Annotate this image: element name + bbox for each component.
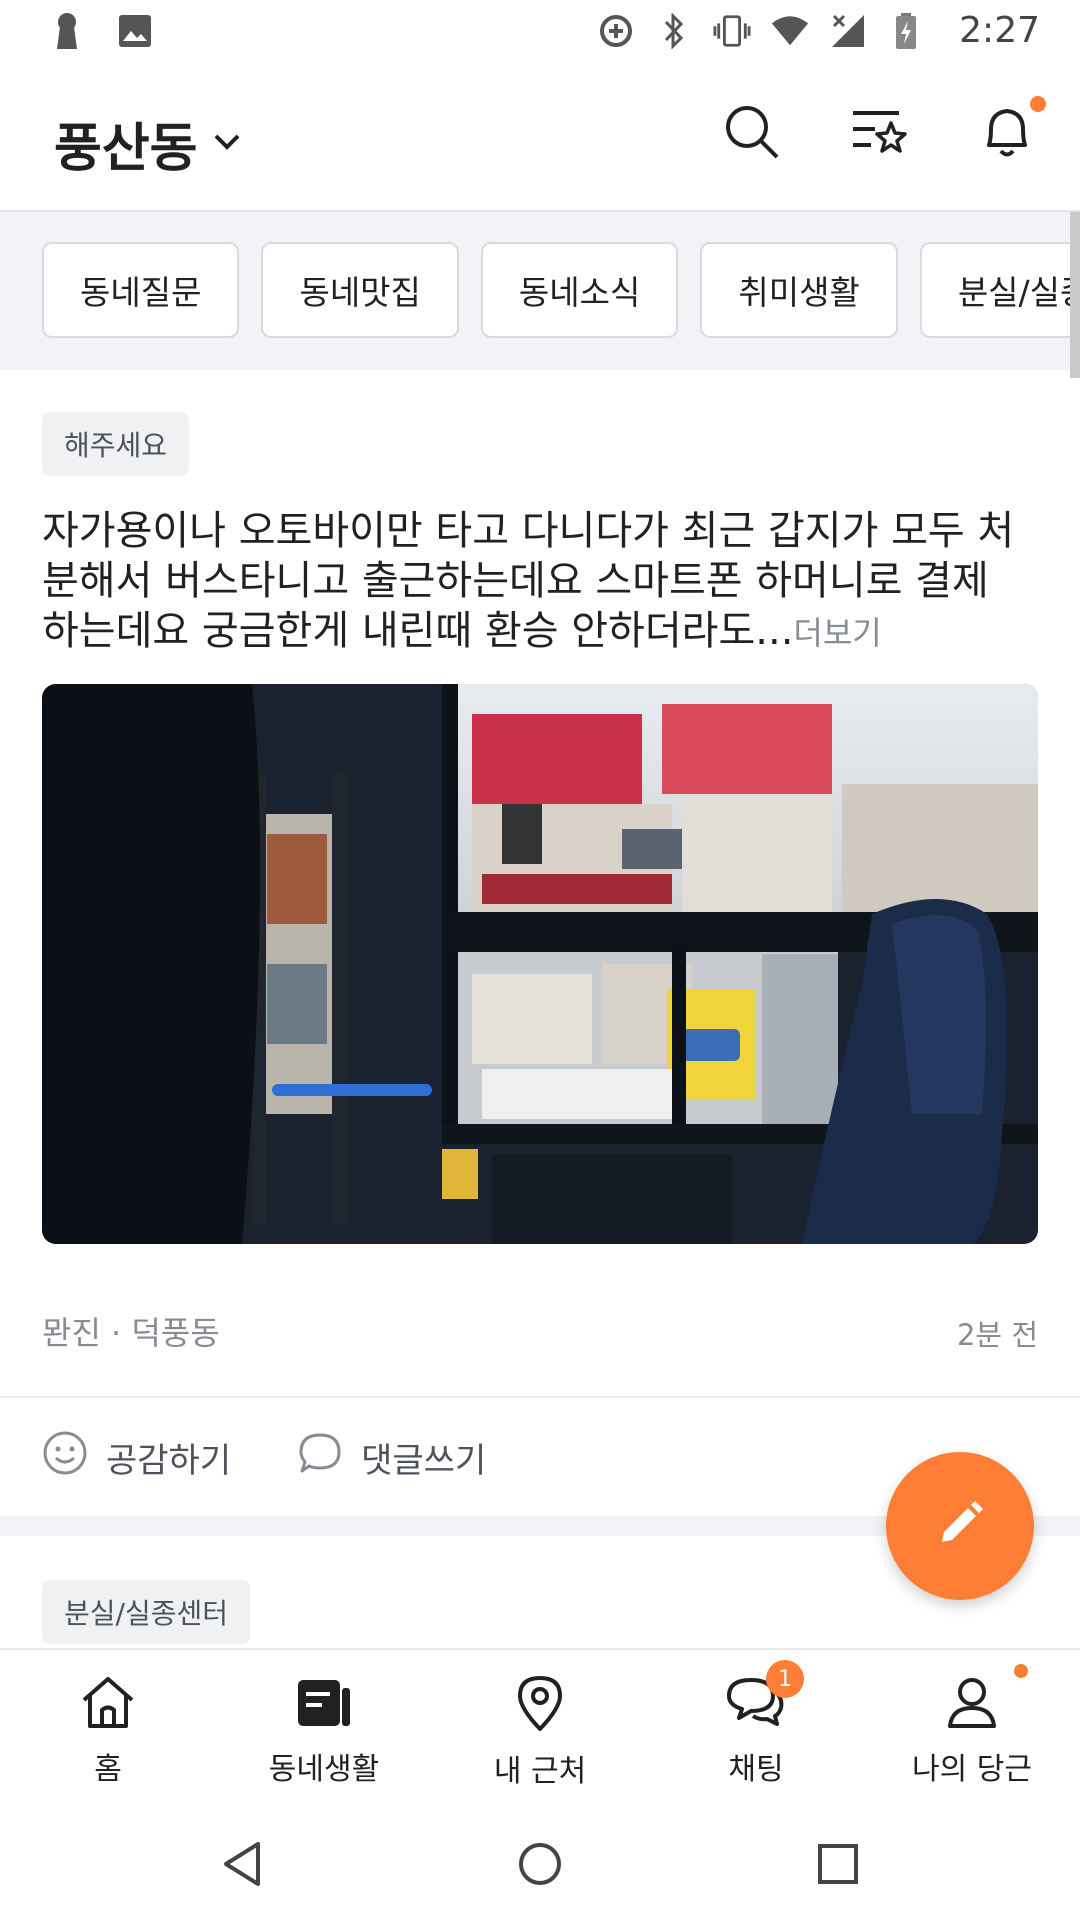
back-icon: [220, 1840, 264, 1892]
pencil-icon: [932, 1496, 988, 1556]
comment-button[interactable]: 댓글쓰기: [297, 1430, 486, 1485]
home-system-button[interactable]: [514, 1840, 566, 1892]
category-chip-hobby[interactable]: 취미생활: [700, 242, 898, 338]
next-post-tag: 분실/실종센터: [42, 1580, 250, 1644]
nav-home[interactable]: 홈: [0, 1650, 216, 1812]
wifi-icon: [771, 12, 809, 50]
data-saver-icon: [597, 12, 635, 50]
location-pin-icon: [514, 1674, 566, 1736]
nav-nearby[interactable]: 내 근처: [432, 1650, 648, 1812]
nav-chat-label: 채팅: [728, 1752, 784, 1787]
nav-my-profile-label: 나의 당근: [912, 1752, 1032, 1787]
home-icon: [78, 1674, 138, 1734]
category-bar: 동네질문 동네맛집 동네소식 취미생활 분실/실종: [0, 212, 1080, 370]
home-circle-icon: [517, 1841, 563, 1891]
nav-my-profile[interactable]: 나의 당근: [864, 1650, 1080, 1812]
nav-home-label: 홈: [94, 1752, 122, 1787]
category-chip-news[interactable]: 동네소식: [480, 242, 679, 338]
post-body: 자가용이나 오토바이만 타고 다니다가 최근 갑지가 모두 처분해서 버스타니고…: [42, 506, 1038, 658]
clock: 2:27: [959, 10, 1040, 51]
recents-icon: [817, 1843, 859, 1889]
nav-neighborhood[interactable]: 동네생활: [216, 1650, 432, 1812]
notifications-button[interactable]: [974, 96, 1046, 166]
keyhole-icon: [48, 12, 86, 50]
chevron-down-icon: [212, 131, 242, 157]
divider: [0, 1396, 1080, 1398]
comment-label: 댓글쓰기: [361, 1441, 487, 1481]
recents-button[interactable]: [812, 1840, 864, 1892]
category-chip-lost[interactable]: 분실/실종: [919, 242, 1080, 338]
person-icon: [944, 1674, 1000, 1734]
category-star-icon: [849, 103, 909, 163]
chat-badge: 1: [766, 1660, 804, 1698]
neighborhood-icon: [294, 1674, 354, 1734]
search-button[interactable]: [718, 100, 784, 166]
location-name: 풍산동: [54, 119, 198, 179]
category-settings-button[interactable]: [846, 100, 912, 166]
image-icon: [116, 12, 154, 50]
location-selector[interactable]: 풍산동: [54, 106, 242, 181]
category-chip-question[interactable]: 동네질문: [42, 242, 240, 338]
notification-dot: [1030, 96, 1046, 112]
post-time: 2분 전: [956, 1318, 1038, 1352]
bluetooth-icon: [655, 12, 693, 50]
nav-nearby-label: 내 근처: [493, 1754, 587, 1789]
nav-neighborhood-label: 동네생활: [268, 1752, 380, 1787]
back-button[interactable]: [216, 1840, 268, 1892]
like-button[interactable]: 공감하기: [42, 1430, 231, 1485]
post-tag: 해주세요: [42, 412, 190, 476]
nav-chat[interactable]: 채팅 1: [648, 1650, 864, 1812]
write-post-button[interactable]: [886, 1452, 1034, 1600]
no-signal-icon: [829, 12, 867, 50]
post-image[interactable]: [42, 684, 1038, 1244]
system-nav: [0, 1812, 1080, 1920]
bottom-nav: 홈 동네생활 내 근처 채팅 1 나의 당근: [0, 1648, 1080, 1812]
status-bar: 2:27: [0, 0, 1080, 64]
post-author-location: 뫈진 · 덕풍동: [42, 1314, 220, 1352]
profile-notification-dot: [1014, 1664, 1028, 1678]
smile-icon: [42, 1430, 88, 1485]
category-chip-restaurants[interactable]: 동네맛집: [261, 242, 459, 338]
bell-icon: [979, 101, 1035, 165]
more-link[interactable]: 더보기: [793, 614, 881, 652]
vibrate-icon: [713, 12, 751, 50]
search-icon: [721, 101, 781, 165]
comment-icon: [297, 1430, 343, 1485]
battery-charging-icon: [887, 12, 925, 50]
app-header: 풍산동: [0, 64, 1080, 212]
like-label: 공감하기: [106, 1441, 232, 1481]
scrollbar[interactable]: [1070, 212, 1080, 378]
